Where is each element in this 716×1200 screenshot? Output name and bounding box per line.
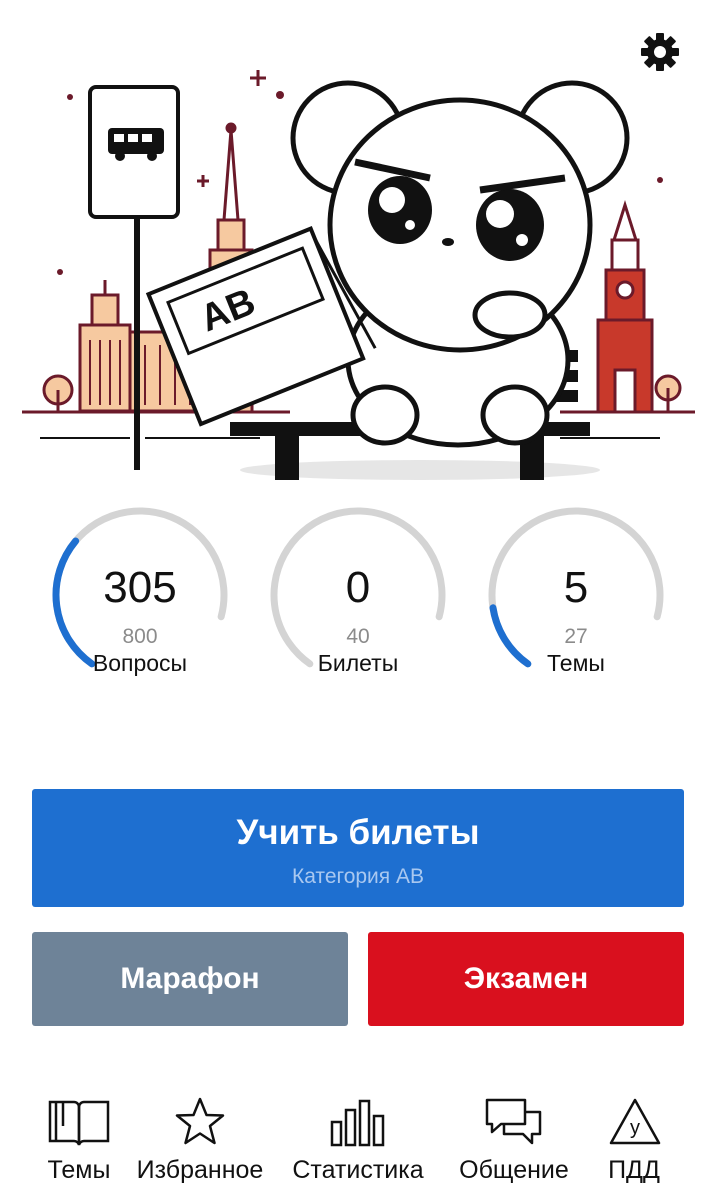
nav-item-favorites[interactable]: Избранное	[128, 1090, 272, 1198]
nav-item-rules[interactable]: у ПДД	[596, 1090, 672, 1198]
stat-value: 0	[345, 563, 371, 612]
nav-label: Темы	[47, 1156, 111, 1184]
stat-label: Вопросы	[92, 650, 188, 676]
nav-label: ПДД	[608, 1156, 660, 1184]
stat-total: 800	[122, 625, 158, 648]
learn-tickets-subtitle: Категория АВ	[291, 865, 425, 888]
stat-label: Темы	[547, 650, 605, 676]
hamster-bus-stop-illustration: AB	[22, 70, 695, 480]
nav-item-chat[interactable]: Общение	[452, 1090, 576, 1198]
stat-value: 305	[103, 563, 177, 612]
stat-total: 27	[564, 625, 588, 648]
nav-label: Общение	[459, 1156, 569, 1184]
nav-item-topics[interactable]: Темы	[40, 1090, 118, 1198]
exam-label: Экзамен	[463, 962, 589, 995]
star-icon	[175, 1097, 225, 1145]
book-icon	[48, 1100, 110, 1146]
nav-item-statistics[interactable]: Статистика	[282, 1090, 434, 1198]
nav-label: Статистика	[292, 1156, 424, 1184]
svg-text:у: у	[630, 1117, 640, 1139]
stat-total: 40	[346, 625, 370, 648]
learn-tickets-title: Учить билеты	[236, 813, 480, 852]
road-sign-icon: у	[609, 1098, 661, 1145]
learn-tickets-button[interactable]: Учить билеты Категория АВ	[32, 789, 684, 907]
stat-label: Билеты	[317, 650, 399, 676]
exam-button[interactable]: Экзамен	[368, 932, 684, 1026]
nav-label: Избранное	[136, 1156, 264, 1184]
stat-topics[interactable]: 5 27 Темы	[486, 505, 666, 685]
marathon-label: Марафон	[120, 962, 260, 995]
stat-tickets[interactable]: 0 40 Билеты	[268, 505, 448, 685]
chat-bubbles-icon	[485, 1098, 542, 1145]
stat-value: 5	[563, 563, 589, 612]
bar-chart-icon	[330, 1099, 385, 1147]
marathon-button[interactable]: Марафон	[32, 932, 348, 1026]
stat-questions[interactable]: 305 800 Вопросы	[50, 505, 230, 685]
